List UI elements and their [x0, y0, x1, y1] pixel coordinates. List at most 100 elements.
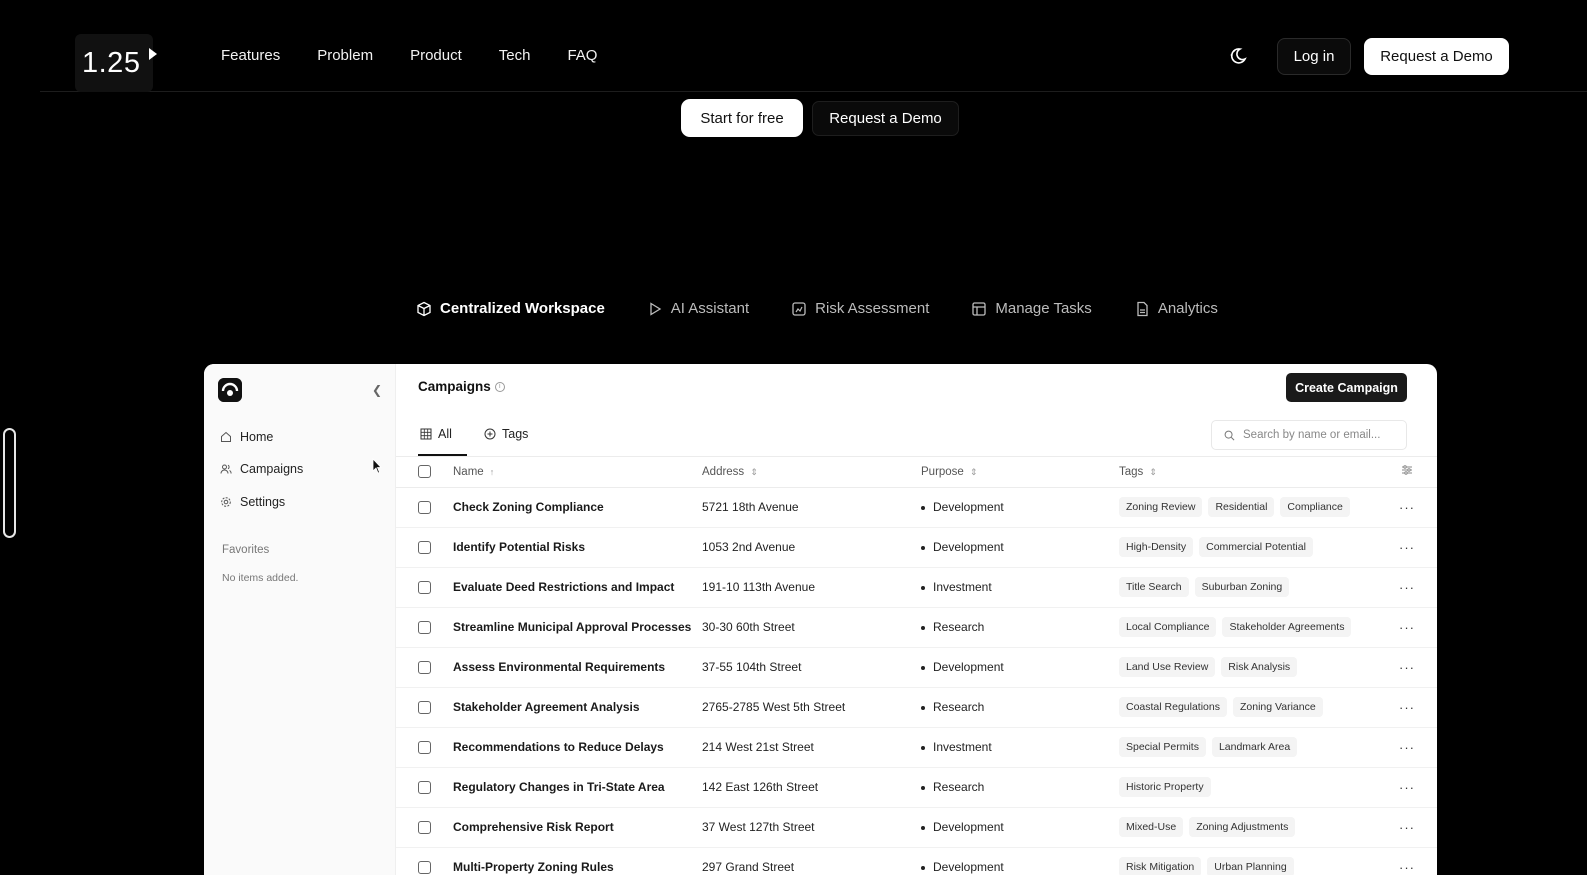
- campaign-name[interactable]: Regulatory Changes in Tri-State Area: [453, 767, 702, 808]
- feature-tab-workspace[interactable]: Centralized Workspace: [416, 300, 605, 317]
- tag-badge[interactable]: Title Search: [1119, 577, 1189, 597]
- collapse-sidebar-icon[interactable]: ❮: [372, 383, 382, 397]
- campaign-name[interactable]: Stakeholder Agreement Analysis: [453, 687, 702, 728]
- tag-badge[interactable]: Residential: [1208, 497, 1275, 517]
- scrollbar[interactable]: [3, 428, 16, 538]
- more-options-icon[interactable]: ···: [1399, 780, 1415, 795]
- tag-badge[interactable]: Commercial Potential: [1199, 537, 1313, 557]
- row-checkbox[interactable]: [418, 501, 431, 515]
- campaign-purpose: Research: [921, 767, 1119, 808]
- tag-badge[interactable]: Local Compliance: [1119, 617, 1217, 637]
- tab-all[interactable]: All: [420, 427, 452, 441]
- more-options-icon[interactable]: ···: [1399, 660, 1415, 675]
- campaign-name[interactable]: Multi-Property Zoning Rules: [453, 847, 702, 875]
- table-row[interactable]: Regulatory Changes in Tri-State Area 142 …: [396, 767, 1437, 808]
- sidebar-item-settings[interactable]: Settings: [220, 495, 285, 509]
- app-logo-icon[interactable]: [218, 378, 242, 402]
- row-checkbox[interactable]: [418, 861, 431, 875]
- search-input[interactable]: Search by name or email...: [1211, 420, 1407, 450]
- tag-badge[interactable]: Coastal Regulations: [1119, 697, 1227, 717]
- tag-badge[interactable]: Special Permits: [1119, 737, 1206, 757]
- column-settings-icon[interactable]: [1377, 457, 1437, 488]
- nav-link-product[interactable]: Product: [410, 47, 462, 64]
- table-row[interactable]: Streamline Municipal Approval Processes 3…: [396, 607, 1437, 648]
- feature-tab-risk-assessment[interactable]: Risk Assessment: [791, 300, 929, 317]
- row-checkbox[interactable]: [418, 621, 431, 635]
- table-row[interactable]: Comprehensive Risk Report 37 West 127th S…: [396, 807, 1437, 848]
- tag-badge[interactable]: High-Density: [1119, 537, 1194, 557]
- campaign-name[interactable]: Identify Potential Risks: [453, 527, 702, 568]
- tag-badge[interactable]: Risk Analysis: [1221, 657, 1298, 677]
- more-options-icon[interactable]: ···: [1399, 580, 1415, 595]
- tag-badge[interactable]: Land Use Review: [1119, 657, 1216, 677]
- grid-icon: [420, 428, 432, 440]
- create-campaign-button[interactable]: Create Campaign: [1286, 373, 1407, 402]
- request-demo-button[interactable]: Request a Demo: [1364, 38, 1509, 75]
- tag-badge[interactable]: Suburban Zoning: [1194, 577, 1290, 597]
- more-options-icon[interactable]: ···: [1399, 620, 1415, 635]
- tag-badge[interactable]: Urban Planning: [1207, 857, 1294, 875]
- campaign-name[interactable]: Evaluate Deed Restrictions and Impact: [453, 567, 702, 608]
- campaign-name[interactable]: Streamline Municipal Approval Processes: [453, 607, 702, 648]
- table-row[interactable]: Identify Potential Risks 1053 2nd Avenue D…: [396, 527, 1437, 568]
- campaign-name[interactable]: Recommendations to Reduce Delays: [453, 727, 702, 768]
- feature-tab-manage-tasks[interactable]: Manage Tasks: [971, 300, 1092, 317]
- login-button[interactable]: Log in: [1277, 38, 1351, 75]
- row-checkbox[interactable]: [418, 781, 431, 795]
- row-checkbox[interactable]: [418, 701, 431, 715]
- purpose-dot: [921, 505, 925, 510]
- tab-tags[interactable]: Tags: [484, 427, 528, 441]
- start-free-button[interactable]: Start for free: [681, 99, 803, 137]
- row-checkbox[interactable]: [418, 741, 431, 755]
- tag-badge[interactable]: Risk Mitigation: [1119, 857, 1202, 875]
- row-checkbox[interactable]: [418, 661, 431, 675]
- row-checkbox[interactable]: [418, 821, 431, 835]
- tag-badge[interactable]: Zoning Review: [1119, 497, 1203, 517]
- campaign-name[interactable]: Check Zoning Compliance: [453, 487, 702, 528]
- sidebar-item-home[interactable]: Home: [220, 430, 273, 444]
- nav-link-tech[interactable]: Tech: [499, 47, 531, 64]
- tag-badge[interactable]: Zoning Variance: [1232, 697, 1323, 717]
- logo-icon[interactable]: [147, 46, 159, 66]
- tag-badge[interactable]: Stakeholder Agreements: [1222, 617, 1352, 637]
- campaign-name[interactable]: Comprehensive Risk Report: [453, 807, 702, 848]
- nav-link-problem[interactable]: Problem: [317, 47, 373, 64]
- more-options-icon[interactable]: ···: [1399, 540, 1415, 555]
- feature-tab-ai-assistant[interactable]: AI Assistant: [647, 300, 749, 317]
- row-checkbox[interactable]: [418, 581, 431, 595]
- theme-toggle-icon[interactable]: [1228, 46, 1248, 66]
- more-options-icon[interactable]: ···: [1399, 820, 1415, 835]
- sidebar-item-campaigns[interactable]: Campaigns: [220, 462, 303, 476]
- column-purpose[interactable]: Purpose ⇕: [921, 457, 1119, 488]
- feature-tab-analytics[interactable]: Analytics: [1134, 300, 1218, 317]
- campaign-purpose: Investment: [921, 567, 1119, 608]
- tag-badge[interactable]: Landmark Area: [1211, 737, 1298, 757]
- table-row[interactable]: Recommendations to Reduce Delays 214 West…: [396, 727, 1437, 768]
- nav-link-faq[interactable]: FAQ: [567, 47, 597, 64]
- row-checkbox[interactable]: [418, 541, 431, 555]
- favorites-label: Favorites: [222, 544, 270, 556]
- column-address[interactable]: Address ⇕: [702, 457, 921, 488]
- tag-badge[interactable]: Compliance: [1280, 497, 1350, 517]
- hero-request-demo-button[interactable]: Request a Demo: [812, 101, 959, 136]
- nav-link-features[interactable]: Features: [221, 47, 280, 64]
- more-options-icon[interactable]: ···: [1399, 700, 1415, 715]
- tag-badge[interactable]: Zoning Adjustments: [1189, 817, 1296, 837]
- table-row[interactable]: Stakeholder Agreement Analysis 2765-2785 …: [396, 687, 1437, 728]
- tag-badge[interactable]: Historic Property: [1119, 777, 1211, 797]
- table-row[interactable]: Multi-Property Zoning Rules 297 Grand Str…: [396, 847, 1437, 875]
- table-row[interactable]: Assess Environmental Requirements 37-55 1…: [396, 647, 1437, 688]
- more-options-icon[interactable]: ···: [1399, 740, 1415, 755]
- plus-circle-icon: [484, 428, 496, 440]
- column-name[interactable]: Name ↑: [453, 457, 702, 488]
- campaign-purpose: Research: [921, 607, 1119, 648]
- tag-badge[interactable]: Mixed-Use: [1119, 817, 1184, 837]
- table-row[interactable]: Evaluate Deed Restrictions and Impact 191…: [396, 567, 1437, 608]
- more-options-icon[interactable]: ···: [1399, 500, 1415, 515]
- campaign-name[interactable]: Assess Environmental Requirements: [453, 647, 702, 688]
- more-options-icon[interactable]: ···: [1399, 860, 1415, 875]
- info-icon[interactable]: i: [494, 381, 505, 392]
- select-all-checkbox[interactable]: [418, 465, 431, 479]
- table-row[interactable]: Check Zoning Compliance 5721 18th Avenue D…: [396, 487, 1437, 528]
- column-tags[interactable]: Tags ⇕: [1119, 457, 1377, 488]
